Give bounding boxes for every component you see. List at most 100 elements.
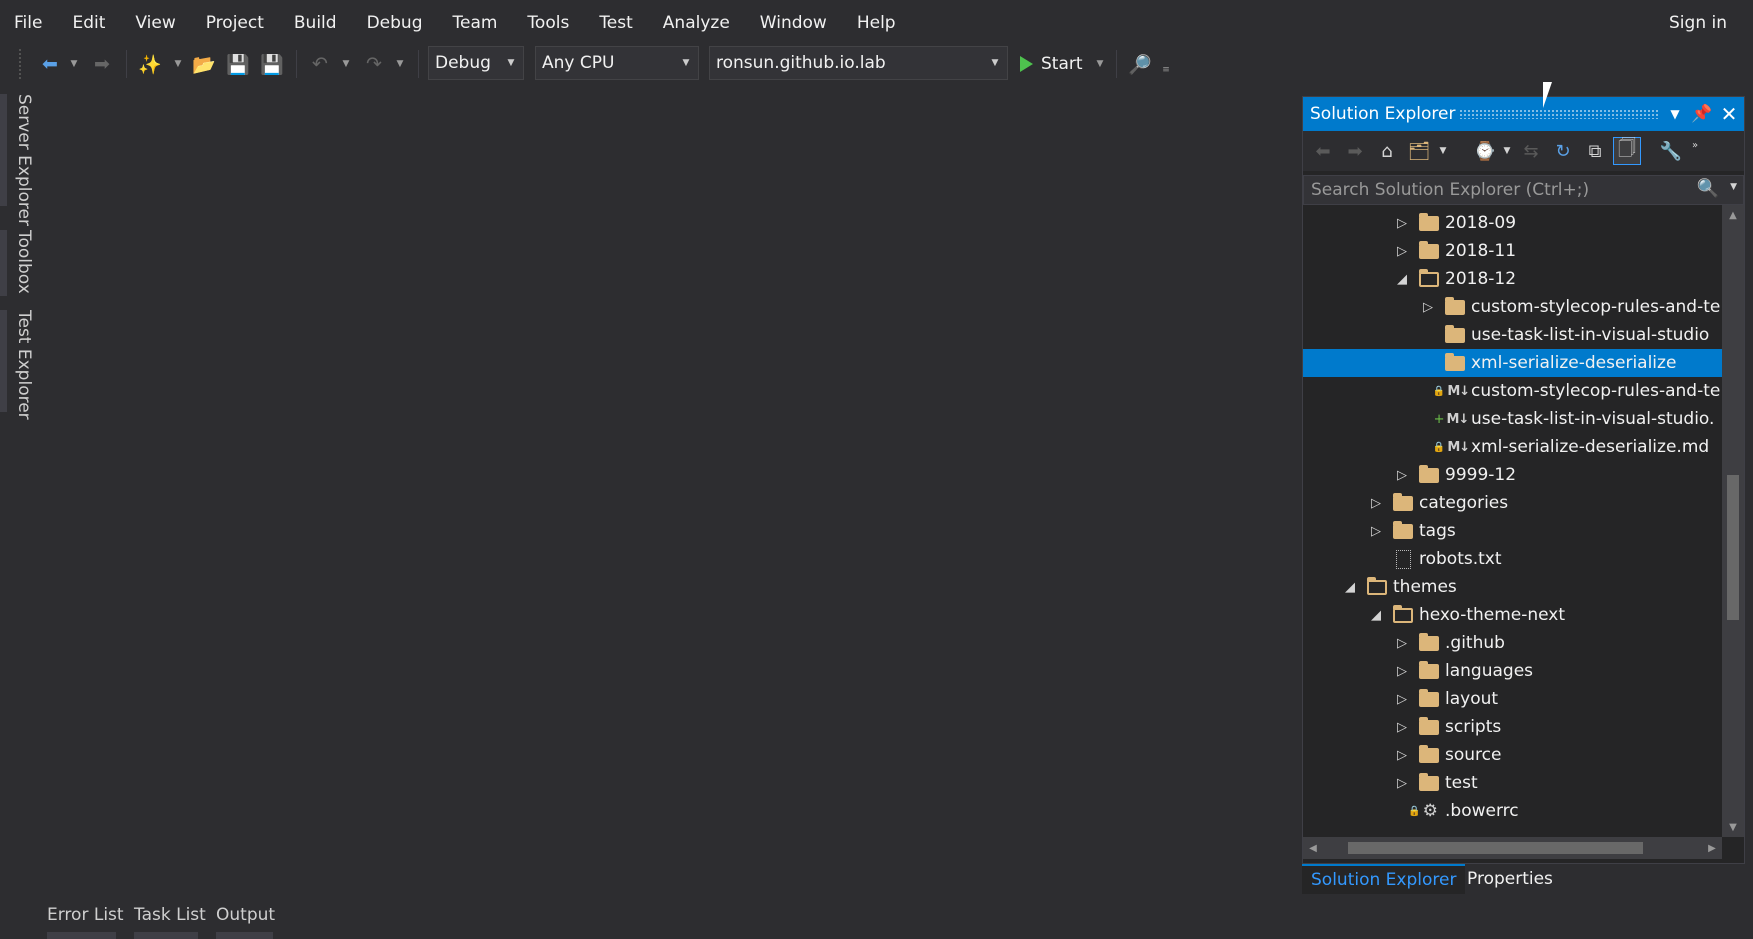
save-all-icon[interactable]: 💾 (260, 50, 284, 78)
collapsed-arrow-icon[interactable]: ▷ (1369, 489, 1383, 517)
tree-item[interactable]: ▷ layout (1303, 685, 1722, 713)
tree-item[interactable]: ◢ themes (1303, 573, 1722, 601)
collapsed-arrow-icon[interactable]: ▷ (1421, 293, 1435, 321)
tab-server-explorer[interactable]: Server Explorer (14, 94, 34, 226)
navigate-back-icon[interactable]: ⬅ (38, 50, 62, 78)
start-dropdown-icon[interactable]: ▼ (1094, 50, 1106, 78)
menu-project[interactable]: Project (191, 0, 279, 44)
tree-item[interactable]: ▷ test (1303, 769, 1722, 797)
toolbar-grip[interactable] (18, 48, 23, 80)
tree-item[interactable]: ▷ tags (1303, 517, 1722, 545)
undo-dropdown-icon[interactable]: ▼ (340, 50, 352, 78)
solution-explorer-search-input[interactable]: Search Solution Explorer (Ctrl+;) 🔍 ▼ (1303, 175, 1744, 205)
scrollbar-thumb[interactable] (1348, 842, 1643, 854)
tree-item[interactable]: ▷ source (1303, 741, 1722, 769)
vertical-scrollbar[interactable]: ▲ ▼ (1722, 205, 1744, 837)
tree-item[interactable]: ▷ .github (1303, 629, 1722, 657)
menu-tools[interactable]: Tools (512, 0, 584, 44)
tree-item[interactable]: ◢ hexo-theme-next (1303, 601, 1722, 629)
collapsed-arrow-icon[interactable]: ▷ (1369, 517, 1383, 545)
scroll-left-icon[interactable]: ◀ (1303, 837, 1323, 859)
tree-item[interactable]: ▷ 2018-11 (1303, 237, 1722, 265)
tree-item[interactable]: use-task-list-in-visual-studio (1303, 321, 1722, 349)
expanded-arrow-icon[interactable]: ◢ (1369, 601, 1383, 629)
solution-configuration-select[interactable]: Debug ▼ (428, 46, 524, 80)
sign-in-link[interactable]: Sign in (1669, 0, 1727, 46)
menu-view[interactable]: View (120, 0, 190, 44)
menu-build[interactable]: Build (279, 0, 352, 44)
tree-item[interactable]: ◢ 2018-12 (1303, 265, 1722, 293)
menu-help[interactable]: Help (842, 0, 911, 44)
expanded-arrow-icon[interactable]: ◢ (1343, 573, 1357, 601)
switch-views-dropdown-icon[interactable]: ▼ (1429, 137, 1457, 165)
search-icon[interactable]: 🔍 (1697, 178, 1719, 199)
find-in-files-icon[interactable]: 🔎 (1128, 50, 1152, 78)
tree-item[interactable]: ▷ scripts (1303, 713, 1722, 741)
tree-item[interactable]: xml-serialize-deserialize (1303, 349, 1722, 377)
tree-item[interactable]: + M↓ use-task-list-in-visual-studio. (1303, 405, 1722, 433)
menu-edit[interactable]: Edit (57, 0, 120, 44)
tree-item[interactable]: ▷ 2018-09 (1303, 209, 1722, 237)
menu-debug[interactable]: Debug (352, 0, 438, 44)
scroll-up-icon[interactable]: ▲ (1722, 205, 1744, 225)
expanded-arrow-icon[interactable]: ◢ (1395, 265, 1409, 293)
toolbar-overflow-icon[interactable]: » (1681, 131, 1709, 159)
navigate-forward-icon[interactable]: ➡ (90, 50, 114, 78)
toolbar-overflow-icon[interactable]: ≡ (1160, 56, 1172, 84)
scrollbar-thumb[interactable] (1727, 475, 1739, 620)
tab-solution-explorer[interactable]: Solution Explorer (1302, 864, 1466, 894)
undo-icon[interactable]: ↶ (308, 50, 332, 78)
tree-item[interactable]: ▷ custom-stylecop-rules-and-te (1303, 293, 1722, 321)
tab-task-list[interactable]: Task List (134, 905, 206, 925)
solution-platform-select[interactable]: Any CPU ▼ (535, 46, 699, 80)
tab-error-list[interactable]: Error List (47, 905, 124, 925)
horizontal-scrollbar[interactable]: ◀ ▶ (1303, 837, 1722, 859)
start-debugging-button[interactable]: Start (1020, 50, 1083, 78)
sync-with-document-icon[interactable]: ⇆ (1517, 137, 1545, 165)
save-icon[interactable]: 💾 (226, 50, 250, 78)
tab-properties[interactable]: Properties (1458, 864, 1562, 894)
tab-test-explorer[interactable]: Test Explorer (14, 310, 34, 420)
collapsed-arrow-icon[interactable]: ▷ (1395, 741, 1409, 769)
new-project-dropdown-icon[interactable]: ▼ (172, 50, 184, 78)
tree-item[interactable]: ▷ languages (1303, 657, 1722, 685)
refresh-icon[interactable]: ↻ (1549, 137, 1577, 165)
menu-test[interactable]: Test (584, 0, 647, 44)
search-options-dropdown-icon[interactable]: ▼ (1730, 182, 1737, 192)
tree-item[interactable]: robots.txt (1303, 545, 1722, 573)
menu-analyze[interactable]: Analyze (648, 0, 745, 44)
new-project-icon[interactable]: ✨ (138, 50, 162, 78)
collapsed-arrow-icon[interactable]: ▷ (1395, 461, 1409, 489)
menu-file[interactable]: File (0, 0, 57, 44)
tree-item[interactable]: 🔒 M↓ custom-stylecop-rules-and-te (1303, 377, 1722, 405)
close-icon[interactable]: ✕ (1716, 97, 1742, 131)
scroll-down-icon[interactable]: ▼ (1722, 817, 1744, 837)
collapsed-arrow-icon[interactable]: ▷ (1395, 769, 1409, 797)
tree-item[interactable]: 🔒 ⚙ .bowerrc (1303, 797, 1722, 825)
collapsed-arrow-icon[interactable]: ▷ (1395, 713, 1409, 741)
tab-toolbox[interactable]: Toolbox (14, 230, 34, 294)
scroll-right-icon[interactable]: ▶ (1702, 837, 1722, 859)
collapsed-arrow-icon[interactable]: ▷ (1395, 657, 1409, 685)
menu-window[interactable]: Window (745, 0, 842, 44)
home-icon[interactable]: ⌂ (1373, 137, 1401, 165)
forward-icon[interactable]: ➡ (1341, 137, 1369, 165)
open-file-icon[interactable]: 📂 (192, 50, 216, 78)
redo-dropdown-icon[interactable]: ▼ (394, 50, 406, 78)
solution-explorer-title-bar[interactable]: Solution Explorer ▼ 📌 ✕ (1303, 97, 1744, 131)
navigate-back-dropdown-icon[interactable]: ▼ (68, 50, 80, 78)
collapse-all-icon[interactable]: ⧉ (1581, 137, 1609, 165)
menu-team[interactable]: Team (437, 0, 512, 44)
pin-icon[interactable]: 📌 (1689, 97, 1715, 131)
tree-item[interactable]: ▷ categories (1303, 489, 1722, 517)
tree-item[interactable]: ▷ 9999-12 (1303, 461, 1722, 489)
show-all-files-icon[interactable]: 🗍 (1613, 137, 1641, 165)
collapsed-arrow-icon[interactable]: ▷ (1395, 629, 1409, 657)
collapsed-arrow-icon[interactable]: ▷ (1395, 237, 1409, 265)
tree-item[interactable]: 🔒 M↓ xml-serialize-deserialize.md (1303, 433, 1722, 461)
startup-project-select[interactable]: ronsun.github.io.lab ▼ (709, 46, 1008, 80)
redo-icon[interactable]: ↷ (362, 50, 386, 78)
back-icon[interactable]: ⬅ (1309, 137, 1337, 165)
collapsed-arrow-icon[interactable]: ▷ (1395, 685, 1409, 713)
collapsed-arrow-icon[interactable]: ▷ (1395, 209, 1409, 237)
